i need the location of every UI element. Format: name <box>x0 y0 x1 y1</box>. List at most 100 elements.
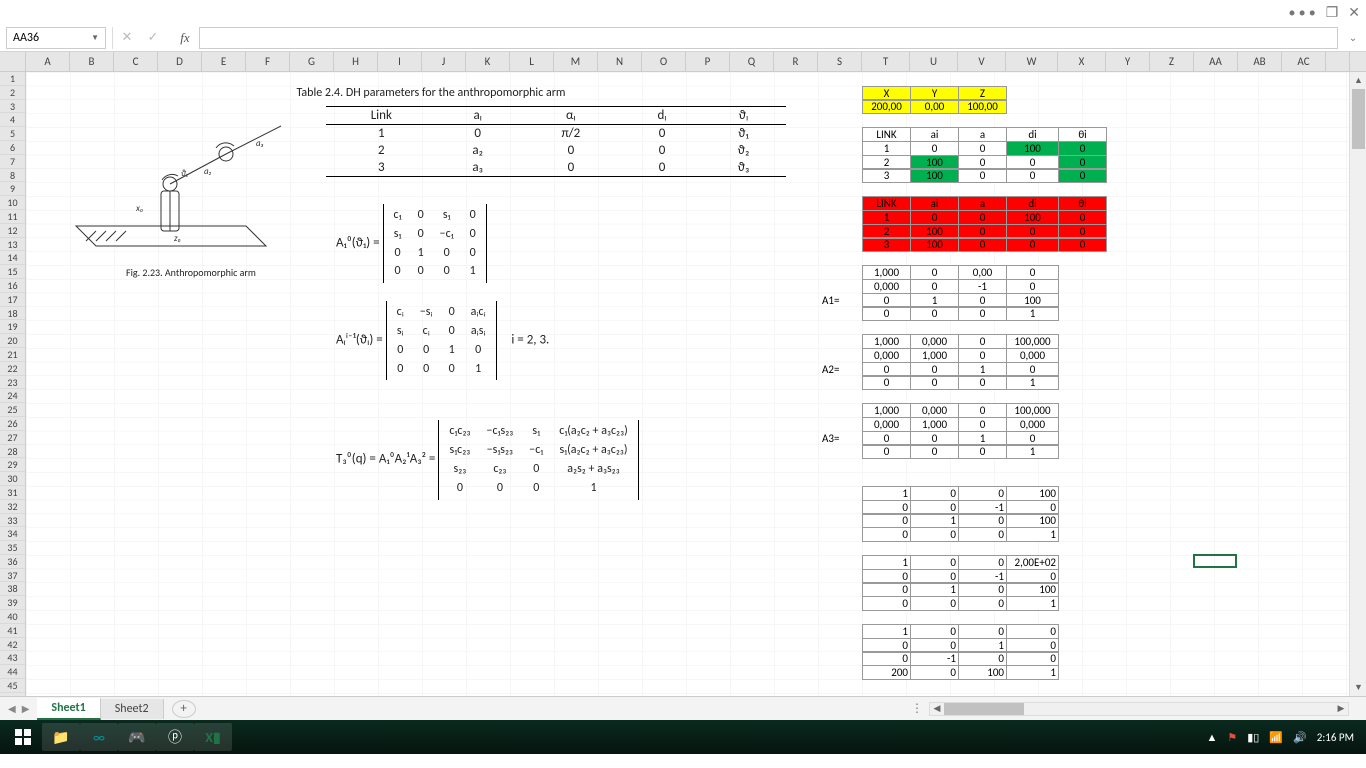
row-header[interactable]: 31 <box>0 486 25 500</box>
cell[interactable]: 1 <box>862 624 911 639</box>
cell[interactable]: 0 <box>910 569 959 584</box>
column-header[interactable]: D <box>158 52 202 71</box>
cell[interactable]: 0 <box>958 141 1007 156</box>
row-header[interactable]: 37 <box>0 569 25 583</box>
cell[interactable]: -1 <box>958 569 1007 584</box>
column-header[interactable]: K <box>466 52 510 71</box>
start-button[interactable] <box>4 723 42 751</box>
column-header[interactable]: A <box>26 52 70 71</box>
cell[interactable]: 0 <box>958 514 1007 529</box>
cell[interactable]: 0 <box>1058 238 1107 253</box>
cell[interactable]: 100 <box>1006 210 1059 225</box>
column-header[interactable]: J <box>422 52 466 71</box>
scroll-up-icon[interactable]: ▲ <box>1350 72 1366 89</box>
cell[interactable]: 0 <box>862 431 911 446</box>
cell[interactable]: 0 <box>910 486 959 501</box>
tray-up-icon[interactable]: ▲ <box>1206 731 1217 744</box>
cell[interactable]: 1 <box>958 638 1007 653</box>
cell[interactable]: 1,000 <box>910 348 959 363</box>
row-header[interactable]: 40 <box>0 610 25 624</box>
row-header[interactable]: 36 <box>0 555 25 569</box>
cell[interactable]: 0 <box>1006 169 1059 184</box>
cell[interactable]: 0 <box>910 445 959 460</box>
row-header[interactable]: 13 <box>0 238 25 252</box>
column-header[interactable]: C <box>114 52 158 71</box>
cell[interactable]: 0 <box>1006 362 1059 377</box>
cell[interactable]: 100 <box>958 665 1007 680</box>
column-header[interactable]: W <box>1006 52 1058 71</box>
cell[interactable]: 100,000 <box>1006 334 1059 349</box>
cell[interactable]: 0 <box>1006 279 1059 294</box>
cell[interactable]: 100,000 <box>1006 403 1059 418</box>
cell[interactable]: 2,00E+02 <box>1006 555 1059 570</box>
cell[interactable]: 0,00 <box>910 100 959 115</box>
row-header[interactable]: 30 <box>0 472 25 486</box>
row-header[interactable]: 7 <box>0 155 25 169</box>
row-header[interactable]: 25 <box>0 403 25 417</box>
close-icon[interactable]: ✕ <box>1348 4 1360 21</box>
cell[interactable]: 100 <box>1006 486 1059 501</box>
row-header[interactable]: 1 <box>0 72 25 86</box>
more-icon[interactable]: • • • <box>1288 4 1315 21</box>
cell[interactable]: 0 <box>910 431 959 446</box>
cell[interactable]: 0 <box>862 307 911 322</box>
cell[interactable]: 1 <box>958 362 1007 377</box>
cell[interactable]: 0 <box>958 238 1007 253</box>
cell[interactable]: 0 <box>958 169 1007 184</box>
row-header[interactable]: 41 <box>0 624 25 638</box>
cell[interactable]: 0 <box>1006 624 1059 639</box>
tab-nav[interactable]: ◀ ▶ <box>0 702 37 715</box>
row-header[interactable]: 12 <box>0 224 25 238</box>
row-header[interactable]: 45 <box>0 679 25 693</box>
cell[interactable]: 0,000 <box>862 348 911 363</box>
cell[interactable]: 0 <box>958 486 1007 501</box>
row-header[interactable]: 28 <box>0 445 25 459</box>
cell[interactable]: 0 <box>862 362 911 377</box>
restore-icon[interactable]: ❐ <box>1326 4 1339 21</box>
column-header[interactable]: Y <box>1106 52 1150 71</box>
cell[interactable]: 1,000 <box>862 265 911 280</box>
cell[interactable]: 0 <box>1006 265 1059 280</box>
cell[interactable]: 100 <box>1006 141 1059 156</box>
tab-options-icon[interactable]: ⋮ <box>905 701 929 716</box>
confirm-icon[interactable]: ✓ <box>145 30 161 45</box>
cell[interactable]: 0 <box>958 307 1007 322</box>
cell[interactable]: 0 <box>1006 569 1059 584</box>
row-header[interactable]: 43 <box>0 651 25 665</box>
column-header[interactable]: P <box>686 52 730 71</box>
cell[interactable]: 0 <box>958 376 1007 391</box>
arduino-icon[interactable]: ∞ <box>80 723 118 751</box>
cell[interactable]: 0,000 <box>1006 417 1059 432</box>
row-header[interactable]: 8 <box>0 169 25 183</box>
cell[interactable]: 100 <box>1006 293 1059 308</box>
tab-sheet2[interactable]: Sheet2 <box>101 699 164 719</box>
vertical-scrollbar[interactable]: ▲ ▼ <box>1349 72 1366 696</box>
cell[interactable]: 0 <box>910 624 959 639</box>
add-sheet-button[interactable]: + <box>172 700 196 718</box>
cell[interactable]: 0 <box>958 527 1007 542</box>
cell[interactable]: 0 <box>1006 652 1059 667</box>
cell[interactable]: 0 <box>958 155 1007 170</box>
cell[interactable]: ai <box>910 196 959 211</box>
row-header[interactable]: 5 <box>0 127 25 141</box>
cell[interactable]: 100,00 <box>958 100 1007 115</box>
row-header[interactable]: 27 <box>0 431 25 445</box>
wifi-icon[interactable]: 📶 <box>1269 731 1283 744</box>
cancel-icon[interactable]: ✕ <box>119 30 135 45</box>
column-header[interactable]: E <box>202 52 246 71</box>
row-header[interactable]: 26 <box>0 417 25 431</box>
cell[interactable]: 1 <box>1006 376 1059 391</box>
scroll-down-icon[interactable]: ▼ <box>1350 679 1366 696</box>
cell[interactable]: 0 <box>1058 210 1107 225</box>
row-header[interactable]: 34 <box>0 527 25 541</box>
cell[interactable]: 0 <box>910 665 959 680</box>
tab-sheet1[interactable]: Sheet1 <box>37 698 100 720</box>
cell[interactable]: 1 <box>1006 307 1059 322</box>
row-header[interactable]: 18 <box>0 307 25 321</box>
cell[interactable]: 0 <box>862 638 911 653</box>
cell[interactable]: LINK <box>862 127 911 142</box>
cell[interactable]: 1 <box>910 293 959 308</box>
app-icon-2[interactable]: ⓟ <box>156 723 194 751</box>
cell[interactable]: 0 <box>1006 500 1059 515</box>
scroll-left-icon[interactable]: ◀ <box>930 703 944 714</box>
